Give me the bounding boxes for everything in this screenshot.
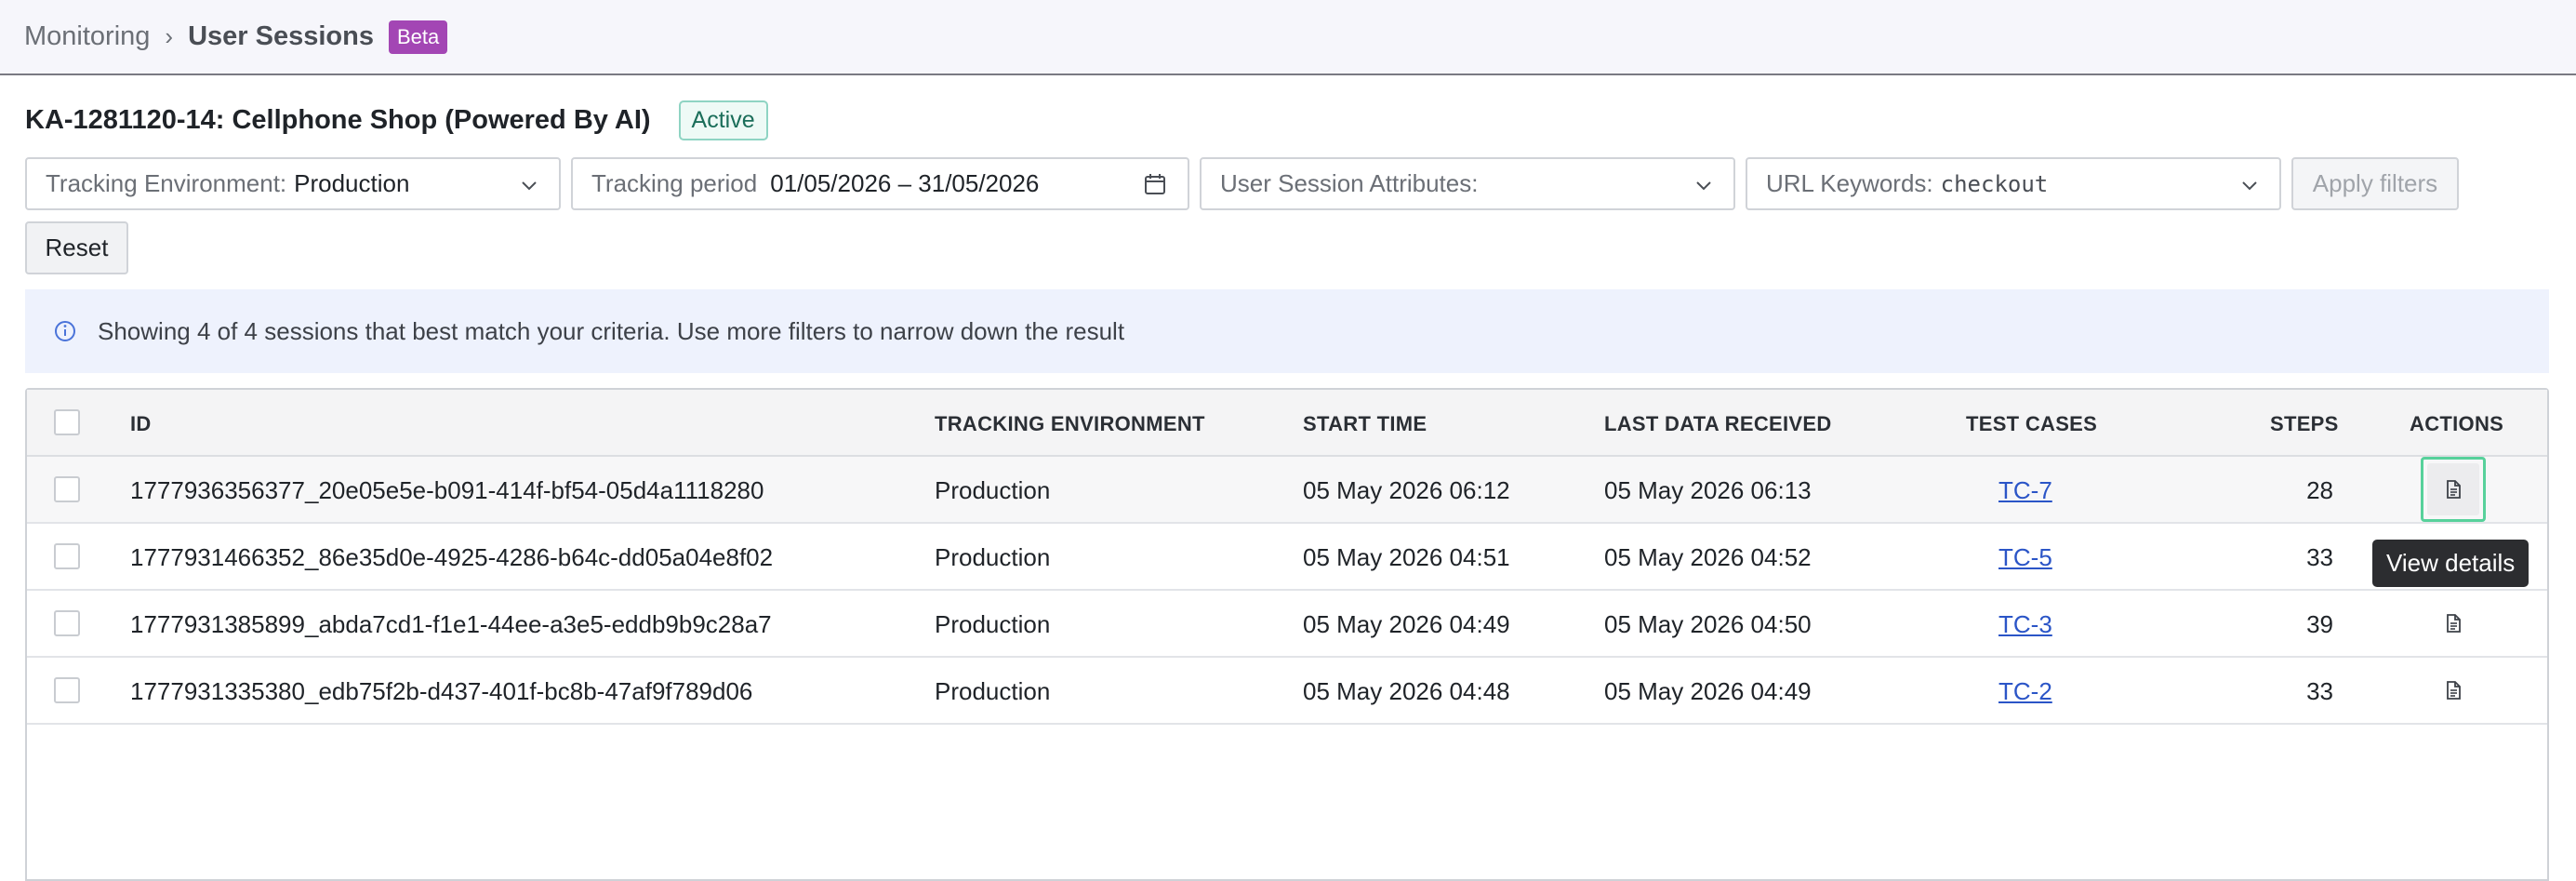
column-header-start-time[interactable]: START TIME — [1303, 412, 1427, 436]
session-last-data: 05 May 2026 04:52 — [1604, 543, 1812, 571]
info-icon — [55, 321, 75, 341]
session-steps: 33 — [2306, 677, 2333, 705]
environment-filter[interactable]: Tracking Environment: Production — [25, 157, 561, 210]
document-icon — [2447, 681, 2461, 700]
breadcrumb: Monitoring › User Sessions Beta — [0, 0, 2576, 75]
view-details-button[interactable] — [2421, 591, 2486, 656]
session-id: 1777931466352_86e35d0e-4925-4286-b64c-dd… — [130, 543, 774, 571]
title-row: KA-1281120-14: Cellphone Shop (Powered B… — [25, 100, 768, 140]
page-title: KA-1281120-14: Cellphone Shop (Powered B… — [25, 105, 651, 135]
row-checkbox[interactable] — [54, 610, 80, 636]
session-last-data: 05 May 2026 06:13 — [1604, 476, 1812, 504]
test-case-link[interactable]: TC-7 — [1998, 476, 2052, 505]
view-details-button[interactable] — [2421, 658, 2486, 723]
test-case-link[interactable]: TC-5 — [1998, 543, 2052, 572]
environment-filter-value: Production — [294, 169, 410, 197]
session-last-data: 05 May 2026 04:49 — [1604, 677, 1812, 705]
session-steps: 33 — [2306, 543, 2333, 571]
row-checkbox[interactable] — [54, 543, 80, 569]
session-environment: Production — [935, 476, 1051, 504]
beta-badge: Beta — [388, 20, 448, 54]
session-steps: 28 — [2306, 476, 2333, 504]
environment-filter-label: Tracking Environment: — [46, 169, 287, 197]
url-keywords-value: checkout — [1940, 170, 2049, 197]
column-header-test-cases: TEST CASES — [1966, 412, 2098, 435]
breadcrumb-user-sessions: User Sessions — [188, 21, 374, 51]
apply-filters-button[interactable]: Apply filters — [2291, 157, 2459, 210]
table-row[interactable]: 1777936356377_20e05e5e-b091-414f-bf54-05… — [27, 457, 2547, 524]
tracking-period-filter[interactable]: Tracking period 01/05/2026 – 31/05/2026 — [571, 157, 1189, 210]
test-case-link[interactable]: TC-2 — [1998, 677, 2052, 706]
chevron-down-icon — [2242, 181, 2257, 191]
session-start-time: 05 May 2026 04:49 — [1303, 610, 1510, 638]
row-checkbox[interactable] — [54, 476, 80, 502]
table-row[interactable]: 1777931335380_edb75f2b-d437-401f-bc8b-47… — [27, 658, 2547, 725]
breadcrumb-separator: › — [165, 22, 174, 50]
chevron-down-icon — [1696, 181, 1711, 191]
tracking-period-label: Tracking period — [591, 169, 758, 197]
table-row[interactable]: 1777931385899_abda7cd1-f1e1-44ee-a3e5-ed… — [27, 591, 2547, 658]
document-icon — [2447, 614, 2461, 633]
test-case-link[interactable]: TC-3 — [1998, 610, 2052, 639]
table-header: ID TRACKING ENVIRONMENT START TIME LAST … — [27, 390, 2547, 457]
url-keywords-label: URL Keywords: — [1766, 169, 1933, 197]
breadcrumb-monitoring[interactable]: Monitoring — [24, 21, 150, 52]
session-environment: Production — [935, 610, 1051, 638]
chevron-down-icon — [522, 181, 537, 191]
view-details-tooltip: View details — [2372, 540, 2530, 587]
reset-button[interactable]: Reset — [25, 221, 128, 274]
session-id: 1777936356377_20e05e5e-b091-414f-bf54-05… — [130, 476, 764, 504]
session-steps: 39 — [2306, 610, 2333, 638]
table-row[interactable]: 1777931466352_86e35d0e-4925-4286-b64c-dd… — [27, 524, 2547, 591]
column-header-id[interactable]: ID — [130, 412, 152, 436]
session-start-time: 05 May 2026 04:48 — [1303, 677, 1510, 705]
session-start-time: 05 May 2026 04:51 — [1303, 543, 1510, 571]
session-start-time: 05 May 2026 06:12 — [1303, 476, 1510, 504]
calendar-icon[interactable] — [1143, 172, 1167, 196]
info-banner: Showing 4 of 4 sessions that best match … — [25, 289, 2549, 373]
column-header-environment[interactable]: TRACKING ENVIRONMENT — [935, 412, 1205, 436]
session-id: 1777931385899_abda7cd1-f1e1-44ee-a3e5-ed… — [130, 610, 772, 638]
url-keywords-filter[interactable]: URL Keywords: checkout — [1746, 157, 2281, 210]
tracking-period-value: 01/05/2026 – 31/05/2026 — [770, 169, 1040, 197]
column-header-steps[interactable]: STEPS — [2270, 412, 2339, 436]
sessions-table: ID TRACKING ENVIRONMENT START TIME LAST … — [25, 388, 2549, 881]
session-id: 1777931335380_edb75f2b-d437-401f-bc8b-47… — [130, 677, 753, 705]
view-details-button[interactable] — [2421, 457, 2486, 522]
session-attributes-label: User Session Attributes: — [1220, 169, 1479, 197]
session-environment: Production — [935, 543, 1051, 571]
document-icon — [2447, 480, 2461, 499]
session-environment: Production — [935, 677, 1051, 705]
info-text: Showing 4 of 4 sessions that best match … — [98, 316, 1125, 345]
session-attributes-filter[interactable]: User Session Attributes: — [1200, 157, 1735, 210]
column-header-actions: ACTIONS — [2410, 412, 2504, 435]
session-last-data: 05 May 2026 04:50 — [1604, 610, 1812, 638]
status-badge: Active — [678, 100, 768, 140]
select-all-checkbox[interactable] — [54, 409, 80, 435]
column-header-last-data[interactable]: LAST DATA RECEIVED — [1604, 412, 1832, 436]
row-checkbox[interactable] — [54, 677, 80, 703]
